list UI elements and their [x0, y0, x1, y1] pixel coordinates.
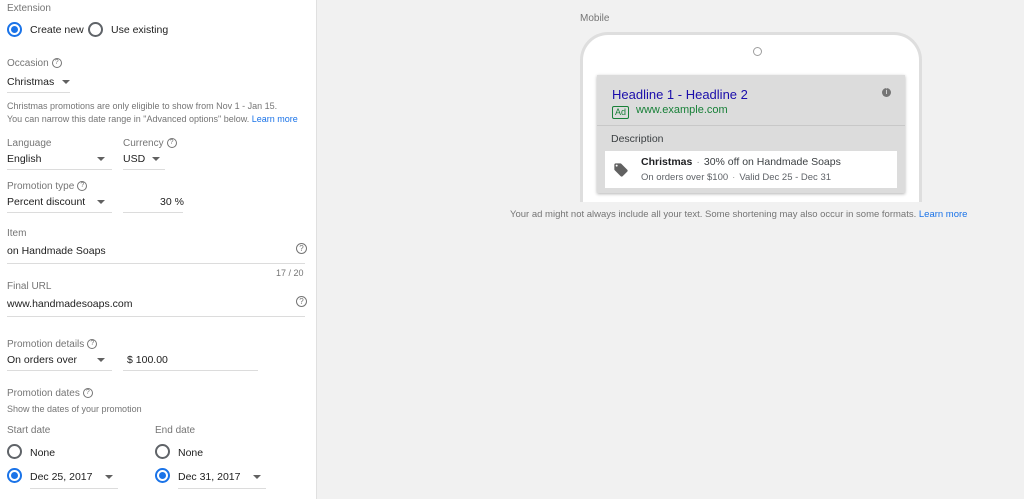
discount-amount-input[interactable]: 30 % — [160, 196, 184, 208]
caret-down-icon[interactable] — [97, 358, 105, 362]
help-circle-icon[interactable]: ? — [77, 181, 88, 192]
preview-device-label: Mobile — [580, 13, 610, 24]
help-circle-icon[interactable]: ? — [166, 138, 177, 149]
final-url-label: Final URL — [7, 281, 52, 292]
end-none-label[interactable]: None — [178, 447, 203, 459]
ext-occasion: Christmas — [641, 156, 693, 168]
ext-condition: On orders over $100 — [641, 172, 729, 183]
discount-underline — [123, 212, 183, 213]
promotion-type-label-text: Promotion type — [7, 181, 75, 192]
preview-disclaimer: Your ad might not always include all you… — [510, 209, 967, 220]
promotion-type-select[interactable]: Percent discount — [7, 196, 85, 208]
ad-headline: Headline 1 - Headline 2 — [612, 87, 748, 102]
ad-display-url: www.example.com — [636, 104, 728, 116]
end-date-underline — [178, 488, 266, 489]
occasion-label-text: Occasion — [7, 58, 49, 69]
final-url-underline — [7, 316, 305, 317]
promotion-details-select[interactable]: On orders over — [7, 354, 77, 366]
extension-label: Extension — [7, 3, 51, 14]
currency-underline — [123, 169, 165, 170]
caret-down-icon[interactable] — [105, 475, 113, 479]
end-date-label: End date — [155, 425, 196, 436]
ext-dates: Valid Dec 25 - Dec 31 — [739, 172, 832, 183]
order-amount-underline — [123, 370, 258, 371]
item-label: Item — [7, 228, 27, 239]
occasion-select[interactable]: Christmas — [7, 76, 71, 88]
occasion-label: Occasion? — [7, 58, 62, 69]
learn-more-link[interactable]: Learn more — [252, 114, 298, 124]
help-circle-icon[interactable]: ? — [82, 388, 93, 399]
discount-unit: % — [174, 196, 184, 208]
promotion-extension-preview: Christmas · 30% off on Handmade Soaps On o… — [605, 151, 897, 188]
currency-symbol: $ — [127, 354, 133, 366]
start-date-label: Start date — [7, 425, 51, 436]
ad-description: Description — [611, 133, 664, 145]
promotion-details-label-text: Promotion details — [7, 339, 85, 350]
help-circle-icon[interactable]: ? — [296, 243, 307, 254]
ext-offer: 30% off on Handmade Soaps — [703, 156, 841, 168]
camera-icon — [753, 47, 762, 56]
extension-line-2: On orders over $100 · Valid Dec 25 - Dec 3… — [641, 172, 831, 183]
start-date-underline — [30, 488, 118, 489]
start-none-label[interactable]: None — [30, 447, 55, 459]
promotion-details-underline — [7, 370, 112, 371]
promotion-type-underline — [7, 212, 112, 213]
occasion-value: Christmas — [7, 76, 55, 88]
caret-down-icon[interactable] — [97, 200, 105, 204]
help-circle-icon[interactable]: ? — [87, 339, 98, 350]
language-label: Language — [7, 138, 52, 149]
caret-down-icon[interactable] — [97, 157, 105, 161]
discount-amount-value: 30 — [160, 196, 172, 208]
help-circle-icon[interactable]: ? — [51, 58, 62, 69]
promotion-dates-label-text: Promotion dates — [7, 388, 80, 399]
ext-separator: · — [732, 172, 736, 183]
promotion-type-label: Promotion type? — [7, 181, 88, 192]
item-underline — [7, 263, 305, 264]
item-input[interactable]: on Handmade Soaps — [7, 245, 106, 257]
language-select[interactable]: English — [7, 153, 41, 165]
extension-line-1: Christmas · 30% off on Handmade Soaps — [641, 156, 841, 168]
info-icon[interactable]: i — [882, 88, 891, 97]
language-underline — [7, 169, 112, 170]
final-url-input[interactable]: www.handmadesoaps.com — [7, 298, 132, 310]
use-existing-radio[interactable] — [88, 22, 103, 37]
currency-label-text: Currency — [123, 138, 164, 149]
caret-down-icon[interactable] — [152, 157, 160, 161]
preview-learn-more-link[interactable]: Learn more — [919, 209, 968, 220]
phone-frame: Headline 1 - Headline 2 i Ad www.example… — [580, 32, 922, 202]
ext-separator: · — [696, 156, 700, 168]
create-new-label[interactable]: Create new — [30, 24, 84, 36]
currency-select[interactable]: USD — [123, 153, 145, 165]
occasion-note-line1: Christmas promotions are only eligible t… — [7, 101, 278, 111]
promotion-dates-hint: Show the dates of your promotion — [7, 404, 142, 414]
promotion-form-panel: Extension Create new Use existing Occasi… — [0, 0, 317, 499]
end-date-select[interactable]: Dec 31, 2017 — [178, 471, 240, 483]
tag-icon — [614, 163, 628, 177]
start-date-radio[interactable] — [7, 468, 22, 483]
order-amount-input[interactable]: $ 100.00 — [127, 354, 168, 366]
caret-down-icon[interactable] — [253, 475, 261, 479]
use-existing-label[interactable]: Use existing — [111, 24, 168, 36]
ad-preview-card: Headline 1 - Headline 2 i Ad www.example… — [597, 75, 905, 193]
start-date-select[interactable]: Dec 25, 2017 — [30, 471, 92, 483]
end-none-radio[interactable] — [155, 444, 170, 459]
ad-badge: Ad — [612, 106, 630, 119]
currency-label: Currency? — [123, 138, 177, 149]
create-new-radio[interactable] — [7, 22, 22, 37]
end-date-radio[interactable] — [155, 468, 170, 483]
promotion-dates-label: Promotion dates? — [7, 388, 93, 399]
promotion-details-label: Promotion details? — [7, 339, 98, 350]
help-circle-icon[interactable]: ? — [296, 296, 307, 307]
start-none-radio[interactable] — [7, 444, 22, 459]
disclaimer-text: Your ad might not always include all you… — [510, 209, 917, 220]
occasion-note-text: You can narrow this date range in "Advan… — [7, 114, 250, 124]
caret-down-icon — [62, 80, 71, 85]
occasion-note-line2: You can narrow this date range in "Advan… — [7, 113, 298, 125]
occasion-underline — [7, 92, 70, 93]
ad-divider — [597, 125, 905, 126]
item-char-counter: 17 / 20 — [276, 268, 304, 278]
order-amount-value: 100.00 — [135, 354, 168, 366]
